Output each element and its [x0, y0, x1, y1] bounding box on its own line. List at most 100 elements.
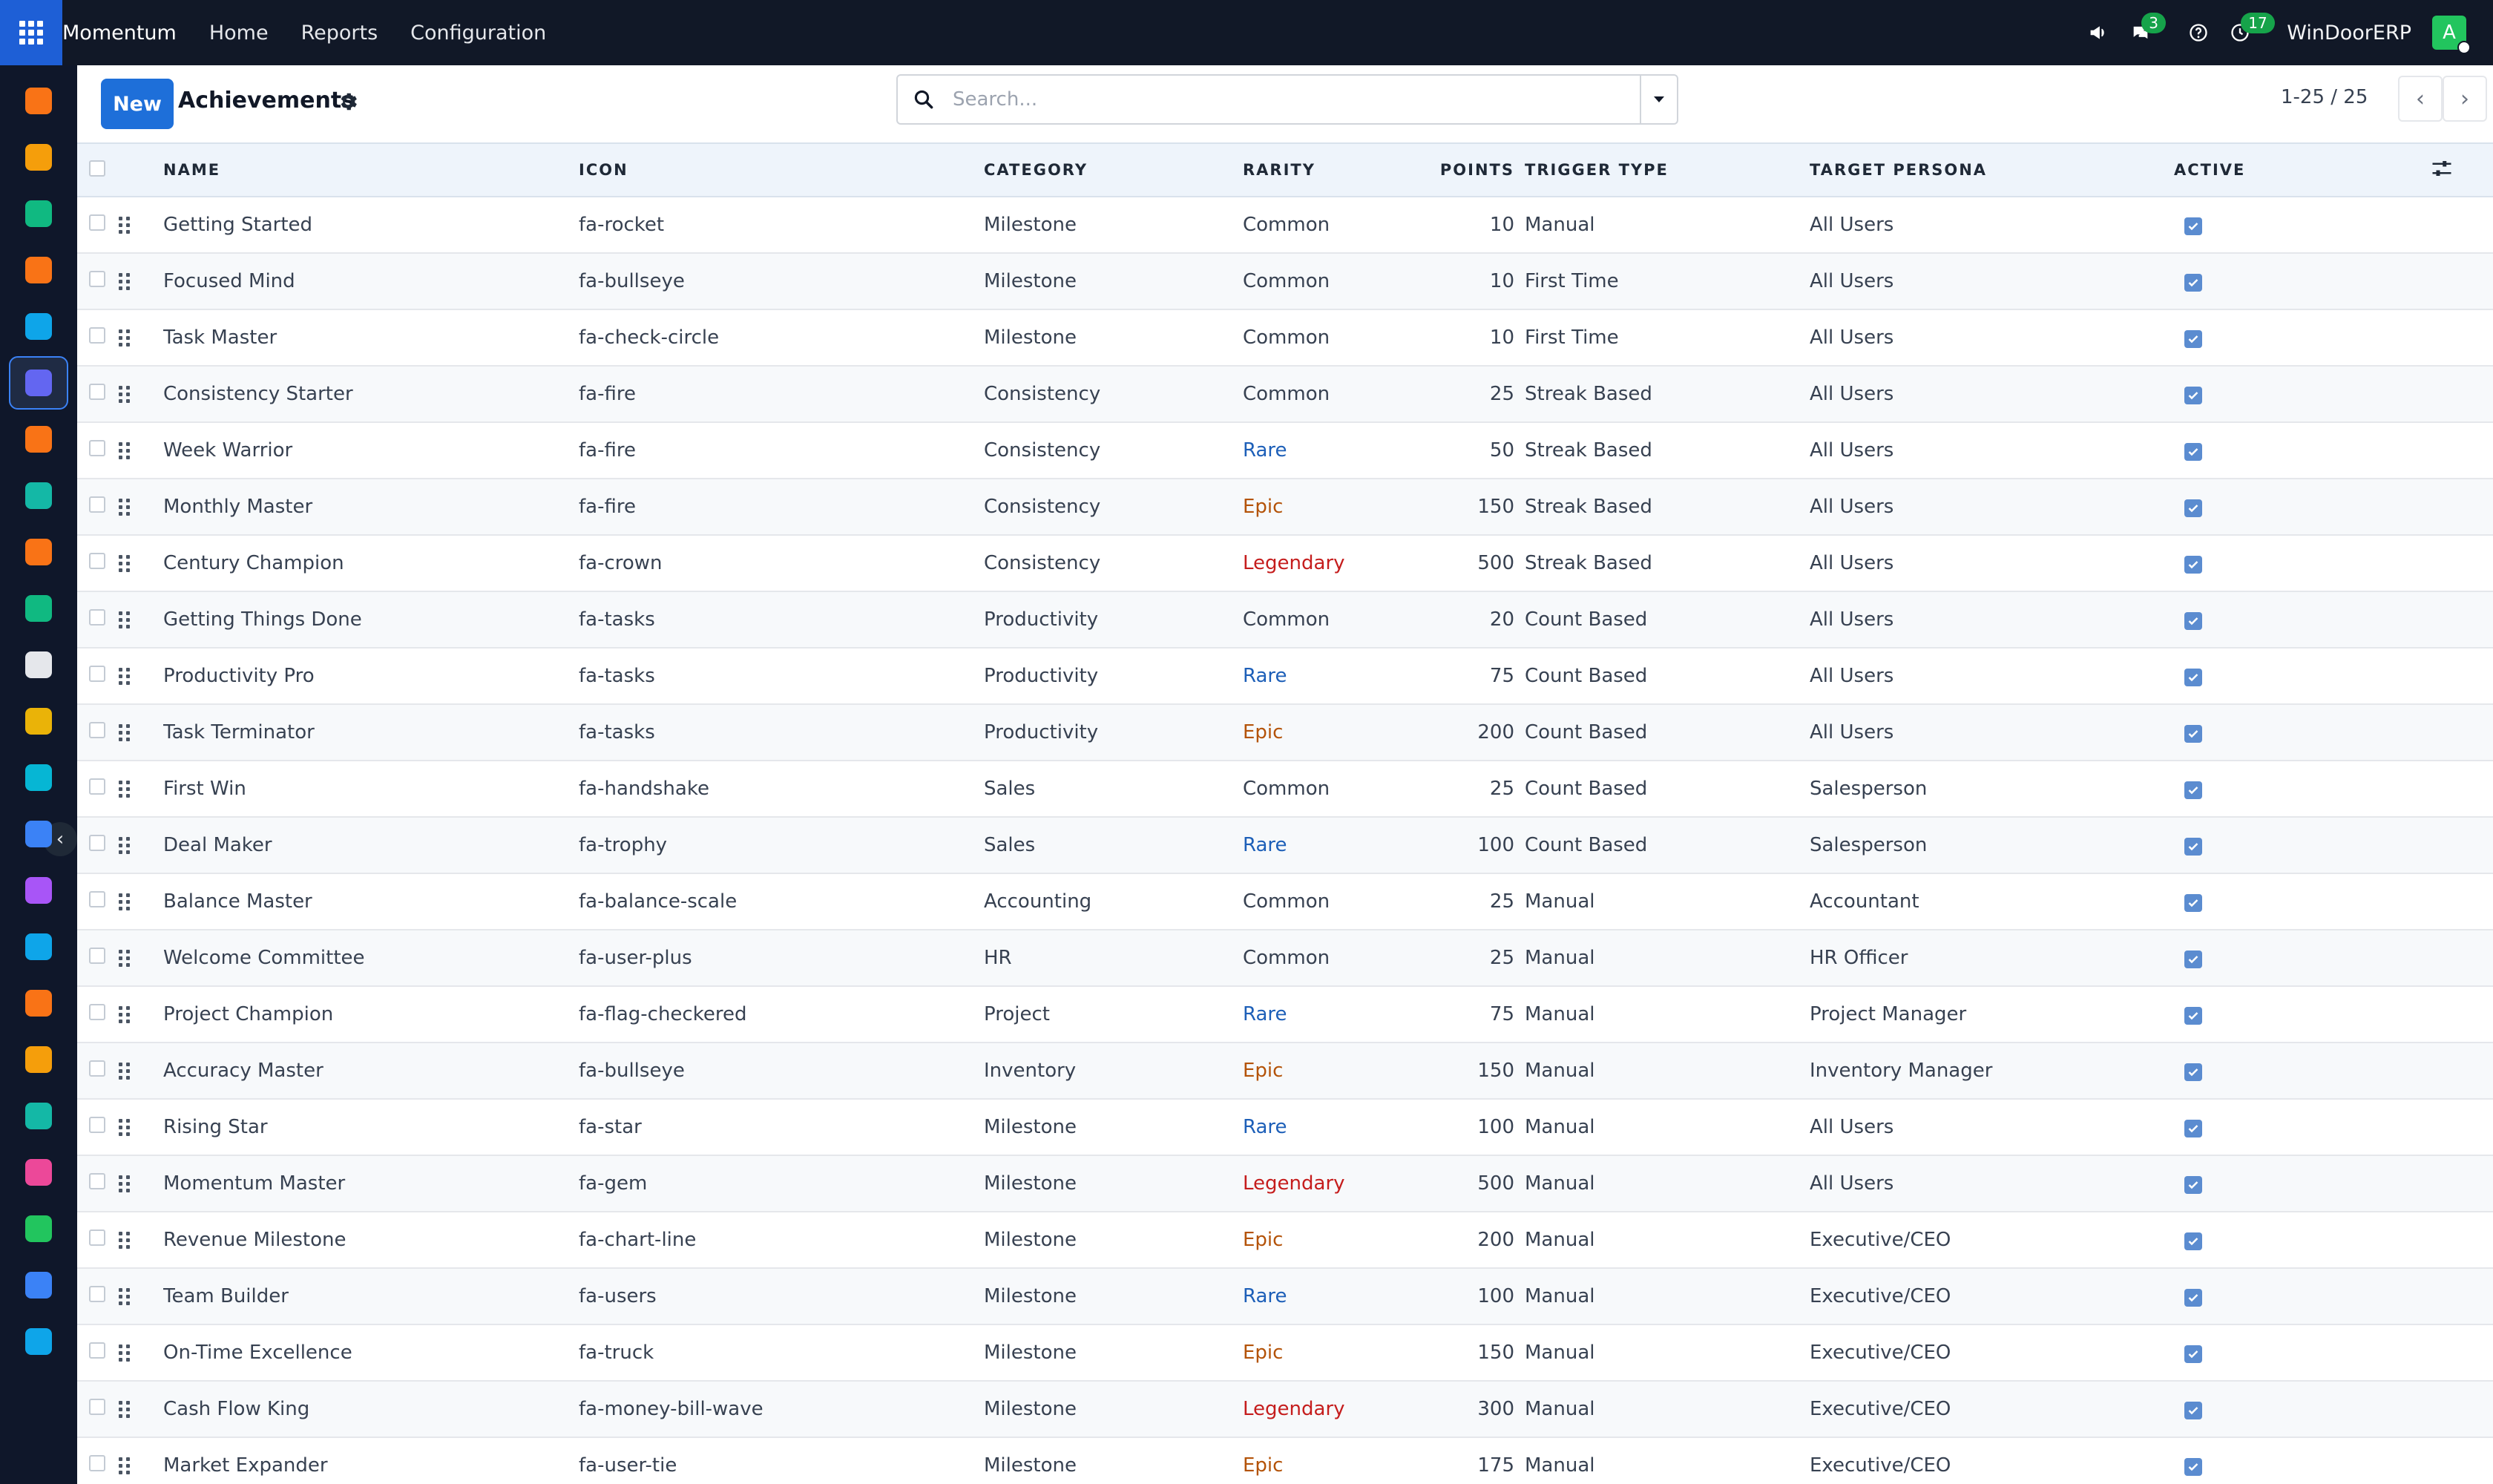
row-select-checkbox[interactable] [89, 1399, 105, 1415]
cell-target-persona[interactable]: All Users [1810, 366, 2174, 422]
drag-handle-icon[interactable] [119, 949, 163, 967]
cell-trigger-type[interactable]: Manual [1525, 1212, 1810, 1268]
cell-name[interactable]: First Win [163, 761, 579, 817]
dock-app-whatsapp[interactable] [9, 1202, 68, 1255]
drag-handle-icon[interactable] [119, 1400, 163, 1418]
table-row[interactable]: Task Master fa-check-circle Milestone Commo… [77, 309, 2493, 366]
drag-handle-icon[interactable] [119, 836, 163, 854]
cell-name[interactable]: Getting Started [163, 197, 579, 253]
cell-points[interactable]: 150 [1421, 479, 1525, 535]
cell-category[interactable]: HR [984, 930, 1243, 986]
cell-rarity[interactable]: Legendary [1243, 1381, 1421, 1437]
drag-handle-icon[interactable] [119, 272, 163, 290]
cell-rarity[interactable]: Common [1243, 591, 1421, 648]
row-select-checkbox[interactable] [89, 1004, 105, 1020]
col-header-category[interactable]: CATEGORY [984, 142, 1243, 197]
drag-handle-icon[interactable] [119, 1062, 163, 1080]
cell-category[interactable]: Consistency [984, 422, 1243, 479]
cell-icon[interactable]: fa-user-plus [579, 930, 984, 986]
cell-name[interactable]: Century Champion [163, 535, 579, 591]
table-row[interactable]: Balance Master fa-balance-scale Accounting… [77, 873, 2493, 930]
cell-name[interactable]: Consistency Starter [163, 366, 579, 422]
dock-app-chat[interactable] [9, 413, 68, 466]
row-select-checkbox[interactable] [89, 1060, 105, 1077]
row-select-checkbox[interactable] [89, 948, 105, 964]
cell-category[interactable]: Milestone [984, 1437, 1243, 1484]
row-select-checkbox[interactable] [89, 835, 105, 851]
megaphone-icon[interactable] [2088, 22, 2110, 44]
cell-points[interactable]: 25 [1421, 930, 1525, 986]
row-select-checkbox[interactable] [89, 214, 105, 231]
cell-points[interactable]: 175 [1421, 1437, 1525, 1484]
cell-trigger-type[interactable]: Manual [1525, 930, 1810, 986]
cell-points[interactable]: 50 [1421, 422, 1525, 479]
cell-trigger-type[interactable]: Count Based [1525, 817, 1810, 873]
pager-next-button[interactable]: › [2443, 76, 2487, 122]
cell-category[interactable]: Inventory [984, 1043, 1243, 1099]
cell-rarity[interactable]: Common [1243, 253, 1421, 309]
active-checkbox[interactable] [2184, 1120, 2202, 1137]
cell-trigger-type[interactable]: Manual [1525, 1268, 1810, 1324]
active-checkbox[interactable] [2184, 725, 2202, 743]
column-settings-icon[interactable] [2431, 158, 2453, 179]
cell-rarity[interactable]: Rare [1243, 817, 1421, 873]
active-checkbox[interactable] [2184, 951, 2202, 968]
app-brand[interactable]: Momentum [62, 22, 177, 45]
cell-category[interactable]: Productivity [984, 704, 1243, 761]
cell-icon[interactable]: fa-fire [579, 366, 984, 422]
drag-handle-icon[interactable] [119, 1457, 163, 1474]
cell-icon[interactable]: fa-users [579, 1268, 984, 1324]
cell-points[interactable]: 100 [1421, 1099, 1525, 1155]
col-header-icon[interactable]: ICON [579, 142, 984, 197]
cell-name[interactable]: Productivity Pro [163, 648, 579, 704]
active-checkbox[interactable] [2184, 838, 2202, 856]
table-row[interactable]: On-Time Excellence fa-truck Milestone Epic 1… [77, 1324, 2493, 1381]
row-select-checkbox[interactable] [89, 722, 105, 738]
table-row[interactable]: Getting Started fa-rocket Milestone Common 1… [77, 197, 2493, 253]
cell-name[interactable]: Getting Things Done [163, 591, 579, 648]
cell-rarity[interactable]: Epic [1243, 479, 1421, 535]
drag-handle-icon[interactable] [119, 1344, 163, 1362]
cell-points[interactable]: 25 [1421, 761, 1525, 817]
select-all-checkbox[interactable] [89, 160, 105, 177]
cell-points[interactable]: 300 [1421, 1381, 1525, 1437]
cell-points[interactable]: 75 [1421, 648, 1525, 704]
cell-icon[interactable]: fa-flag-checkered [579, 986, 984, 1043]
cell-points[interactable]: 150 [1421, 1324, 1525, 1381]
dock-app-timesheet[interactable] [9, 1258, 68, 1312]
table-row[interactable]: Week Warrior fa-fire Consistency Rare 50 Stre… [77, 422, 2493, 479]
cell-trigger-type[interactable]: Streak Based [1525, 422, 1810, 479]
cell-trigger-type[interactable]: Manual [1525, 986, 1810, 1043]
cell-category[interactable]: Consistency [984, 366, 1243, 422]
cell-icon[interactable]: fa-money-bill-wave [579, 1381, 984, 1437]
table-row[interactable]: Momentum Master fa-gem Milestone Legendary 5… [77, 1155, 2493, 1212]
table-row[interactable]: Welcome Committee fa-user-plus HR Common 25 M… [77, 930, 2493, 986]
cell-rarity[interactable]: Common [1243, 873, 1421, 930]
drag-handle-icon[interactable] [119, 1005, 163, 1023]
dock-app-sign[interactable] [9, 1089, 68, 1143]
drag-handle-icon[interactable] [119, 611, 163, 628]
dock-app-dashboards[interactable] [9, 74, 68, 128]
col-header-active[interactable]: ACTIVE [2174, 142, 2431, 197]
cell-target-persona[interactable]: HR Officer [1810, 930, 2174, 986]
cell-category[interactable]: Milestone [984, 1268, 1243, 1324]
cell-category[interactable]: Milestone [984, 1099, 1243, 1155]
cell-trigger-type[interactable]: Manual [1525, 1437, 1810, 1484]
cell-target-persona[interactable]: Executive/CEO [1810, 1437, 2174, 1484]
col-header-points[interactable]: POINTS [1421, 142, 1525, 197]
cell-icon[interactable]: fa-fire [579, 479, 984, 535]
cell-icon[interactable]: fa-tasks [579, 704, 984, 761]
table-row[interactable]: Productivity Pro fa-tasks Productivity Rare… [77, 648, 2493, 704]
active-checkbox[interactable] [2184, 1007, 2202, 1025]
dock-app-inventory[interactable] [9, 638, 68, 692]
cell-name[interactable]: Focused Mind [163, 253, 579, 309]
cell-category[interactable]: Sales [984, 761, 1243, 817]
drag-handle-icon[interactable] [119, 1231, 163, 1249]
cell-name[interactable]: Balance Master [163, 873, 579, 930]
row-select-checkbox[interactable] [89, 327, 105, 344]
active-checkbox[interactable] [2184, 217, 2202, 235]
row-select-checkbox[interactable] [89, 1342, 105, 1359]
cell-name[interactable]: Market Expander [163, 1437, 579, 1484]
cell-icon[interactable]: fa-gem [579, 1155, 984, 1212]
dock-app-team[interactable] [9, 976, 68, 1030]
